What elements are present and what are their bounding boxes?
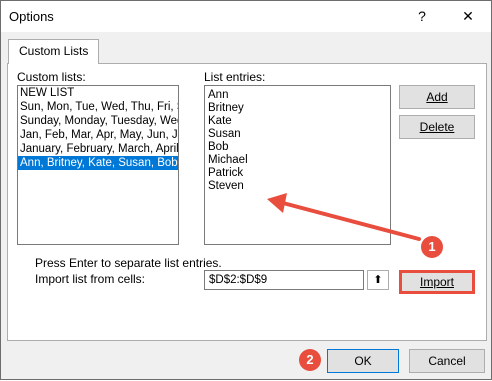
tab-custom-lists[interactable]: Custom Lists bbox=[8, 39, 100, 64]
options-dialog: Options ? ✕ Custom Lists Custom lists: L… bbox=[0, 0, 492, 380]
step-2-badge: 2 bbox=[299, 349, 321, 371]
step-1-badge: 1 bbox=[421, 236, 443, 258]
